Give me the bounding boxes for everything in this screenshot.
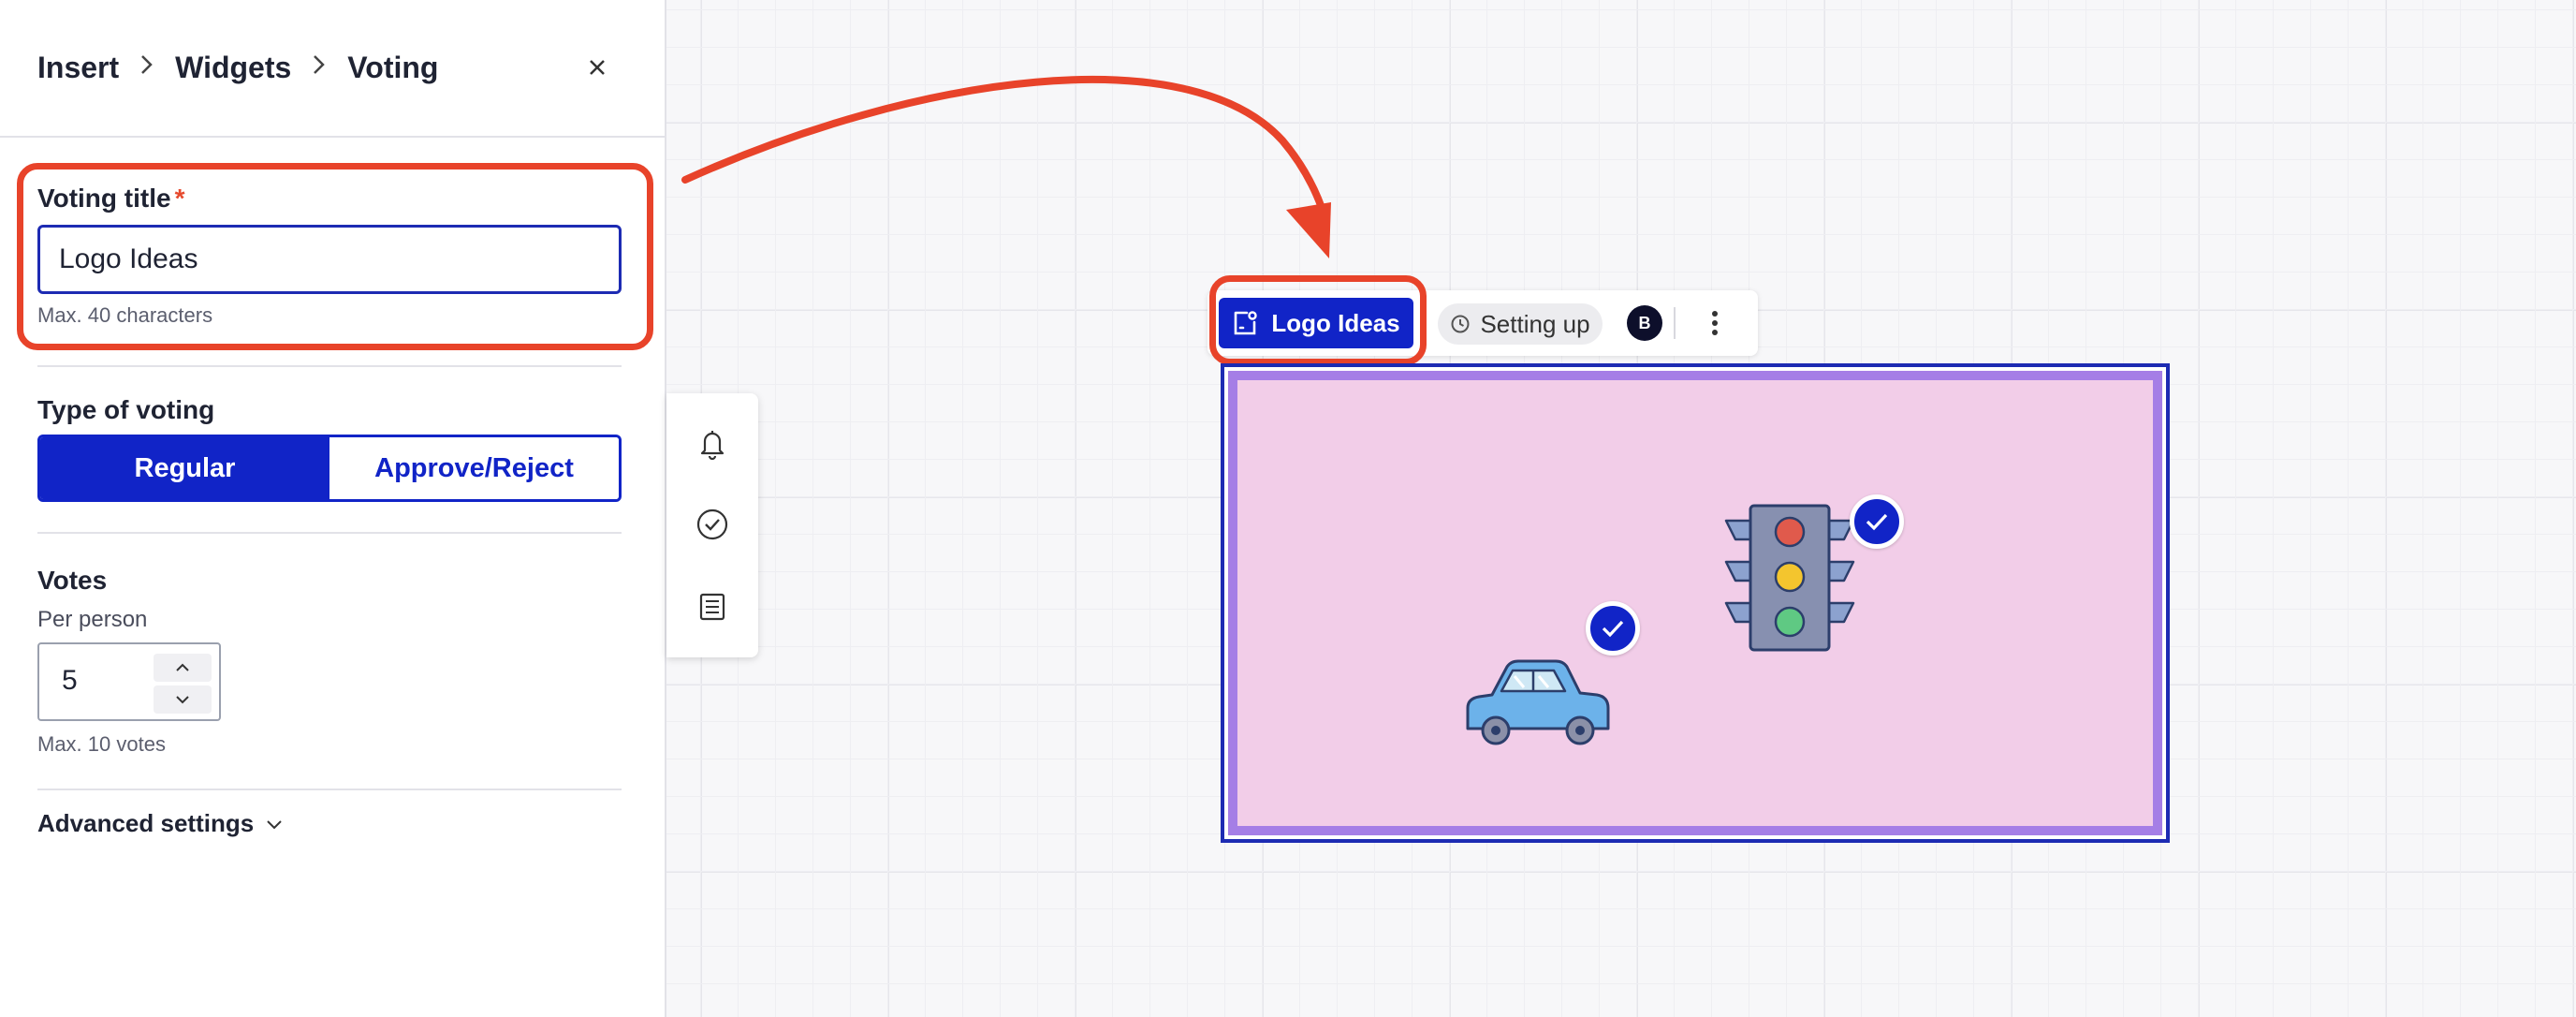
status-badge: Setting up xyxy=(1438,303,1603,345)
widget-header-bar: Logo Ideas Setting up B xyxy=(1208,290,1758,356)
more-options-button[interactable] xyxy=(1696,302,1734,345)
checkmark-icon xyxy=(1866,513,1888,531)
toolbar-separator xyxy=(1674,307,1676,339)
widget-title-button[interactable]: Logo Ideas xyxy=(1219,298,1413,348)
voting-frame[interactable] xyxy=(1221,363,2170,843)
voting-frame-content xyxy=(1228,371,2162,835)
more-vertical-icon xyxy=(1712,311,1718,335)
voted-check-badge xyxy=(1850,494,1904,549)
voted-check-badge xyxy=(1586,601,1640,656)
car-icon[interactable] xyxy=(1458,648,1617,751)
checkmark-icon xyxy=(1602,620,1624,638)
avatar[interactable]: B xyxy=(1627,305,1662,341)
status-text: Setting up xyxy=(1480,309,1590,338)
voting-widget-icon xyxy=(1235,311,1258,335)
widget-title-text: Logo Ideas xyxy=(1271,308,1400,337)
clock-icon xyxy=(1451,315,1470,333)
traffic-light-icon[interactable] xyxy=(1722,502,1857,657)
